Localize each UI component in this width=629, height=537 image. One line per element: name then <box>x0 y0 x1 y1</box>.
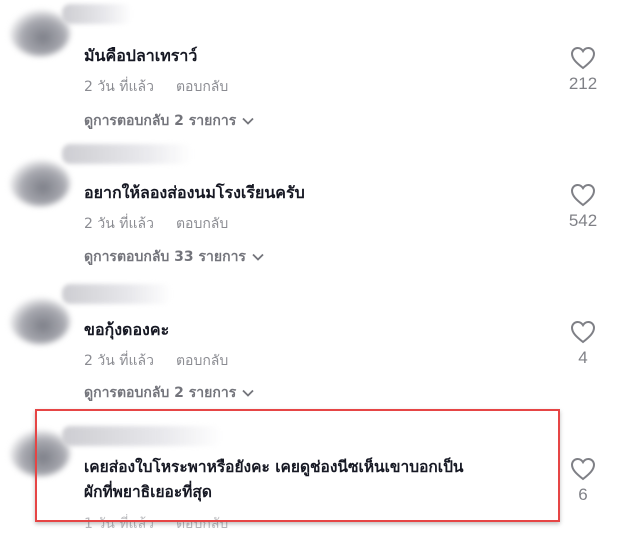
reply-button[interactable]: ตอบกลับ <box>176 353 228 369</box>
like-button[interactable]: 6 <box>553 457 613 505</box>
view-replies-label: ดูการตอบกลับ 33 รายการ <box>84 249 246 265</box>
heart-outline-icon <box>570 457 596 481</box>
heart-outline-icon <box>570 183 596 207</box>
chevron-down-icon <box>242 389 254 397</box>
comment-text: อยากให้ลองส่องนมโรงเรียนครับ <box>84 183 305 202</box>
view-replies-label: ดูการตอบกลับ 2 รายการ <box>84 385 237 401</box>
like-count: 212 <box>568 74 598 93</box>
reply-button[interactable]: ตอบกลับ <box>176 216 228 232</box>
comment-meta: 2 วัน ที่แล้ว ตอบกลับ <box>84 350 228 372</box>
chevron-down-icon <box>252 253 264 261</box>
avatar[interactable] <box>10 298 70 344</box>
view-replies-button[interactable]: ดูการตอบกลับ 33 รายการ <box>84 246 264 268</box>
like-button[interactable]: 542 <box>553 183 613 231</box>
comment-time: 2 วัน ที่แล้ว <box>84 353 154 369</box>
like-count: 4 <box>578 348 588 367</box>
like-button[interactable]: 4 <box>553 320 613 368</box>
comment-time: 2 วัน ที่แล้ว <box>84 216 154 232</box>
avatar[interactable] <box>10 10 70 56</box>
reply-button[interactable]: ตอบกลับ <box>176 79 228 95</box>
comment-meta: 2 วัน ที่แล้ว ตอบกลับ <box>84 76 228 98</box>
username-blurred[interactable] <box>62 284 172 304</box>
comment-meta: 2 วัน ที่แล้ว ตอบกลับ <box>84 213 228 235</box>
comment-text: มันคือปลาเทราว์ <box>84 46 198 65</box>
username-blurred[interactable] <box>62 144 192 164</box>
heart-outline-icon <box>570 320 596 344</box>
like-count: 542 <box>568 211 598 230</box>
comment-time: 2 วัน ที่แล้ว <box>84 79 154 95</box>
like-count: 6 <box>578 485 588 504</box>
avatar[interactable] <box>10 160 70 206</box>
username-blurred[interactable] <box>62 4 132 24</box>
view-replies-button[interactable]: ดูการตอบกลับ 2 รายการ <box>84 110 254 132</box>
highlight-box <box>35 409 560 522</box>
like-button[interactable]: 212 <box>553 46 613 94</box>
view-replies-label: ดูการตอบกลับ 2 รายการ <box>84 113 237 129</box>
heart-outline-icon <box>570 46 596 70</box>
chevron-down-icon <box>242 117 254 125</box>
view-replies-button[interactable]: ดูการตอบกลับ 2 รายการ <box>84 382 254 404</box>
comment-text: ขอกุ้งดองคะ <box>84 320 170 339</box>
